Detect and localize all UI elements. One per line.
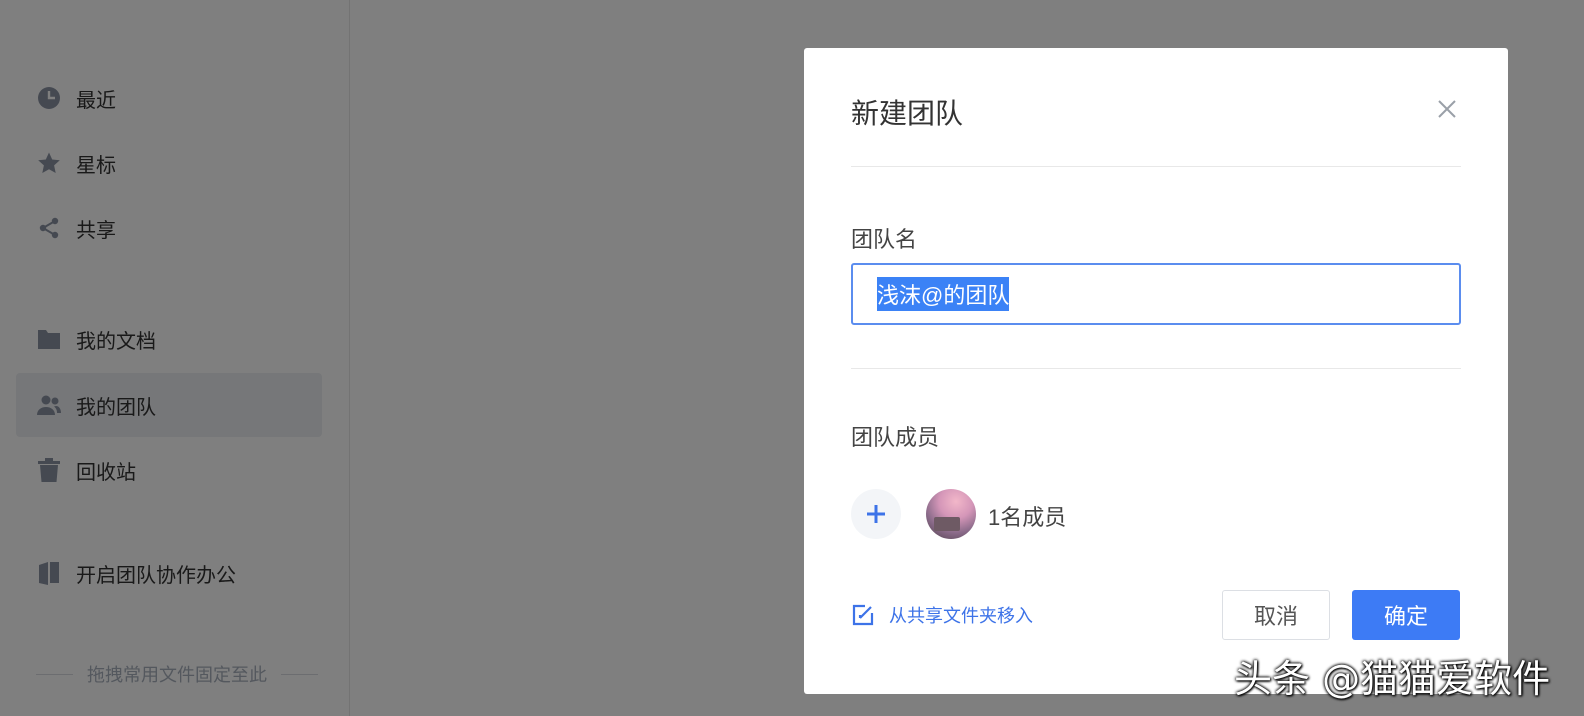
edit-icon bbox=[852, 604, 874, 626]
close-button[interactable] bbox=[1436, 98, 1458, 120]
close-icon bbox=[1438, 100, 1456, 118]
team-name-value: 浅沫@的团队 bbox=[877, 277, 1010, 311]
team-members-label: 团队成员 bbox=[851, 425, 940, 450]
divider bbox=[851, 166, 1461, 167]
team-name-input[interactable]: 浅沫@的团队 bbox=[851, 263, 1461, 325]
cancel-button[interactable]: 取消 bbox=[1222, 590, 1330, 640]
add-member-button[interactable] bbox=[851, 489, 901, 539]
avatar[interactable] bbox=[926, 489, 976, 539]
plus-icon bbox=[867, 505, 885, 523]
watermark: 头条 @猫猫爱软件 bbox=[1234, 657, 1551, 701]
divider bbox=[851, 368, 1461, 369]
team-name-label: 团队名 bbox=[851, 227, 918, 252]
dialog-title: 新建团队 bbox=[851, 98, 964, 129]
member-count: 1名成员 bbox=[988, 505, 1067, 530]
confirm-button[interactable]: 确定 bbox=[1352, 590, 1460, 640]
new-team-dialog: 新建团队 团队名 浅沫@的团队 团队成员 1名成员 从共享文件夹移入 取消 确定 bbox=[804, 48, 1508, 694]
move-from-shared-folder-link[interactable]: 从共享文件夹移入 bbox=[851, 602, 1033, 628]
move-link-label: 从共享文件夹移入 bbox=[889, 606, 1033, 626]
